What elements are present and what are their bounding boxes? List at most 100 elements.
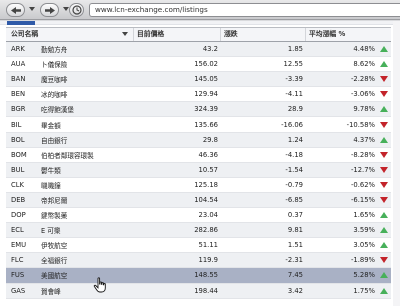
table-row[interactable]: BOL 自由銀行 29.8 1.24 4.37%	[6, 132, 391, 148]
down-triangle-icon	[380, 257, 388, 264]
ticker-cell: CLK	[11, 180, 24, 189]
price-cell: 156.02	[194, 60, 218, 69]
pct-change-cell: -3.06%	[350, 90, 375, 99]
table-row[interactable]: EMU 伊牧航空 51.11 1.51 3.05%	[6, 238, 391, 254]
chevron-down-icon	[29, 7, 35, 11]
page-top-edge	[0, 21, 400, 25]
up-triangle-icon	[380, 136, 388, 143]
table-row[interactable]: BAN 魔豆咖啡 145.05 -3.39 -2.28%	[6, 72, 391, 88]
price-cell: 145.05	[194, 75, 218, 84]
down-triangle-icon	[380, 76, 388, 83]
company-name-cell: 吃得飽漢堡	[41, 106, 74, 115]
history-button[interactable]	[69, 3, 84, 17]
price-cell: 51.11	[198, 241, 218, 250]
up-triangle-icon	[380, 287, 388, 294]
table-row[interactable]: FUS 美國航空 148.55 7.45 5.28%	[6, 268, 391, 284]
table-row[interactable]: BIL 畢金額 135.66 -16.06 -10.58%	[6, 117, 391, 133]
company-name-cell: 賀會峰	[41, 287, 61, 296]
ticker-cell: BEN	[11, 90, 26, 99]
ticker-cell: EMU	[11, 241, 27, 250]
back-arrow-icon	[11, 7, 21, 14]
listings-table: 公司名稱 目前價格 漲跌 平均漲幅 % ARK 勤勉方舟 43.2 1.85 4.48%…	[6, 27, 391, 299]
up-triangle-icon	[380, 46, 388, 53]
change-cell: 7.45	[287, 271, 303, 280]
ticker-cell: FUS	[11, 271, 25, 280]
forward-button[interactable]	[40, 3, 59, 17]
back-history-caret[interactable]	[26, 3, 36, 17]
pct-change-cell: -10.58%	[346, 120, 375, 129]
trend-indicator-cell	[377, 272, 391, 279]
scrollbar[interactable]	[393, 21, 400, 306]
pct-change-cell: -2.28%	[350, 75, 375, 84]
down-triangle-icon	[380, 121, 388, 128]
table-row[interactable]: CLK 嘰嘰鐘 125.18 -0.79 -0.62%	[6, 177, 391, 193]
back-button[interactable]	[6, 3, 25, 17]
ticker-cell: BGR	[11, 105, 26, 114]
table-row[interactable]: DOP 鍵幣製藥 23.04 0.37 1.65%	[6, 208, 391, 224]
company-name-cell: E 可樂	[41, 227, 61, 236]
pct-change-cell: -1.89%	[350, 256, 375, 265]
company-name-cell: 嘰嘰鐘	[41, 181, 61, 190]
table-body: ARK 勤勉方舟 43.2 1.85 4.48% AUA 卜儀保險 156.02 12.55 8.…	[6, 42, 391, 299]
pct-change-cell: -0.62%	[350, 180, 375, 189]
up-triangle-icon	[380, 227, 388, 234]
price-cell: 282.86	[194, 226, 218, 235]
table-header: 公司名稱 目前價格 漲跌 平均漲幅 %	[6, 28, 391, 42]
browser-toolbar: www.lcn-exchange.com/listings	[0, 0, 400, 20]
table-row[interactable]: BOM 伯柏者鄰環容環製 46.36 -4.18 -8.28%	[6, 147, 391, 163]
change-cell: -1.54	[285, 165, 303, 174]
down-triangle-icon	[380, 91, 388, 98]
trend-indicator-cell	[377, 136, 391, 143]
ticker-cell: BOL	[11, 135, 25, 144]
table-row[interactable]: ECL E 可樂 282.86 9.81 3.59%	[6, 223, 391, 239]
company-name-cell: 伊牧航空	[41, 242, 68, 251]
company-name-cell: 鍵幣製藥	[41, 212, 68, 221]
change-cell: 1.51	[287, 241, 303, 250]
trend-indicator-cell	[377, 227, 391, 234]
trend-indicator-cell	[377, 166, 391, 173]
address-bar[interactable]: www.lcn-exchange.com/listings	[89, 3, 400, 17]
ticker-cell: AUA	[11, 60, 26, 69]
price-cell: 46.36	[198, 150, 218, 159]
ticker-cell: GAS	[11, 286, 26, 295]
trend-indicator-cell	[377, 151, 391, 158]
pct-change-cell: -6.15%	[350, 195, 375, 204]
table-row[interactable]: FLC 全福銀行 119.9 -2.31 -1.89%	[6, 253, 391, 269]
company-name-cell: 美國航空	[41, 272, 68, 281]
ticker-cell: BOM	[11, 150, 27, 159]
table-row[interactable]: BEN 冰的咖啡 129.94 -4.11 -3.06%	[6, 87, 391, 103]
table-row[interactable]: GAS 賀會峰 198.44 3.42 1.75%	[6, 283, 391, 299]
table-row[interactable]: BUL 鬱牛類 10.57 -1.54 -12.7%	[6, 162, 391, 178]
company-name-cell: 畢金額	[41, 121, 61, 130]
price-cell: 324.39	[194, 105, 218, 114]
sort-caret-icon	[122, 32, 128, 36]
trend-indicator-cell	[377, 181, 391, 188]
change-cell: 28.9	[287, 105, 303, 114]
column-header-company[interactable]: 公司名稱	[6, 28, 134, 41]
column-header-pct[interactable]: 平均漲幅 %	[306, 28, 391, 41]
column-header-change[interactable]: 漲跌	[221, 28, 306, 41]
page-tab[interactable]	[7, 21, 35, 25]
up-triangle-icon	[380, 242, 388, 249]
price-cell: 23.04	[198, 211, 218, 220]
up-triangle-icon	[380, 61, 388, 68]
change-cell: 9.81	[287, 226, 303, 235]
table-row[interactable]: DEB 帝邦尼爾 104.54 -6.85 -6.15%	[6, 192, 391, 209]
up-triangle-icon	[380, 272, 388, 279]
change-cell: 1.24	[287, 135, 303, 144]
change-cell: 0.37	[287, 211, 303, 220]
table-row[interactable]: AUA 卜儀保險 156.02 12.55 8.62%	[6, 57, 391, 73]
price-cell: 43.2	[202, 45, 218, 54]
ticker-cell: ECL	[11, 226, 24, 235]
company-name-cell: 鬱牛類	[41, 166, 61, 175]
price-cell: 10.57	[198, 165, 218, 174]
column-header-price[interactable]: 目前價格	[134, 28, 221, 41]
ticker-cell: ARK	[11, 45, 25, 54]
down-triangle-icon	[380, 181, 388, 188]
pct-change-cell: 1.65%	[353, 211, 375, 220]
pct-change-cell: 3.05%	[353, 241, 375, 250]
change-cell: 3.42	[287, 286, 303, 295]
table-row[interactable]: ARK 勤勉方舟 43.2 1.85 4.48%	[6, 42, 391, 58]
up-triangle-icon	[380, 212, 388, 219]
table-row[interactable]: BGR 吃得飽漢堡 324.39 28.9 9.78%	[6, 102, 391, 118]
